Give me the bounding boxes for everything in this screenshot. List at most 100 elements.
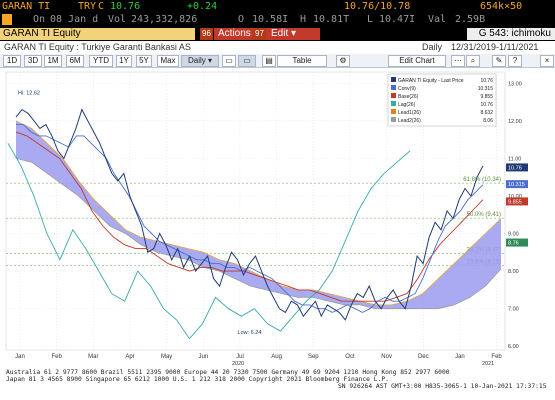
command-bar: GARAN TI Equity 96 Actions ▾ 97 Edit ▾ G… bbox=[0, 27, 555, 41]
zoom-icon[interactable]: ⌕ bbox=[466, 55, 480, 67]
close-icon[interactable]: × bbox=[540, 55, 554, 67]
last-prefix: C bbox=[98, 1, 105, 12]
low-label: L bbox=[367, 14, 374, 25]
line-style-icon[interactable]: ▭ bbox=[222, 55, 236, 67]
x-tick-label: Feb bbox=[51, 354, 62, 360]
date-range[interactable]: 12/31/2019-1/11/2021 bbox=[451, 41, 538, 54]
legend-label: Conv(9) bbox=[398, 86, 416, 92]
legend-value: 10.315 bbox=[478, 86, 494, 92]
currency: TRY bbox=[78, 1, 97, 12]
last-price: 10.76 bbox=[110, 1, 141, 12]
chart-title: GARAN TI Equity : Turkiye Garanti Bankas… bbox=[4, 42, 191, 52]
footer-line-2: Japan 81 3 4565 8900 Singapore 65 6212 1… bbox=[6, 376, 389, 383]
low-value: 10.47I bbox=[379, 14, 416, 25]
open-label: O bbox=[238, 14, 245, 25]
on-label: On bbox=[33, 14, 46, 25]
price-tag-label: 8.76 bbox=[508, 241, 519, 247]
frequency-select[interactable]: Daily ▾ bbox=[181, 55, 219, 67]
grid-icon[interactable]: ▤ bbox=[262, 55, 276, 67]
price-tag-label: 10.76 bbox=[508, 165, 522, 171]
chart-period: Daily bbox=[422, 42, 443, 52]
legend-label: Base(26) bbox=[398, 94, 419, 100]
range-button-1m[interactable]: 1M bbox=[44, 55, 62, 67]
legend-value: 8.632 bbox=[480, 110, 493, 116]
bid-ask: 10.76/10.78 bbox=[344, 1, 411, 12]
range-button-1d[interactable]: 1D bbox=[3, 55, 21, 67]
chart-header: GARAN TI Equity : Turkiye Garanti Bankas… bbox=[0, 41, 555, 55]
y-tick-label: 12.00 bbox=[508, 119, 522, 125]
range-label: 3D bbox=[27, 56, 39, 65]
range-button-6m[interactable]: 6M bbox=[66, 55, 84, 67]
high-label: H bbox=[300, 14, 307, 25]
range-button-ytd[interactable]: YTD bbox=[89, 55, 113, 67]
price-tag-label: 9.855 bbox=[508, 199, 522, 205]
range-label: 6M bbox=[69, 56, 81, 65]
alert-icon[interactable] bbox=[2, 14, 12, 25]
footer-line-1: Australia 61 2 9777 8600 Brazil 5511 239… bbox=[6, 369, 450, 376]
legend-swatch bbox=[391, 93, 396, 98]
x-tick-label: Apr bbox=[125, 354, 134, 360]
y-tick-label: 11.00 bbox=[508, 156, 521, 162]
x-tick-label: Jan bbox=[455, 354, 465, 360]
range-label: Max bbox=[160, 56, 176, 65]
legend-swatch bbox=[391, 85, 396, 90]
range-button-3d[interactable]: 3D bbox=[24, 55, 42, 67]
ichimoku-chart[interactable]: Jan Feb Mar Apr May Jun Jul Aug Sep Oct Nov Dec Jan F… bbox=[0, 68, 555, 368]
range-label: 5Y bbox=[139, 56, 149, 65]
val-label: Val bbox=[428, 14, 447, 25]
settings-icon[interactable]: ⚙ bbox=[336, 55, 350, 67]
compare-icon[interactable]: ▭ bbox=[238, 55, 256, 67]
chart-toolbar: 1D 3D 1M 6M YTD 1Y 5Y Max Daily ▾ ▭ ▭ ▤ Table ⚙… bbox=[0, 54, 555, 68]
x-tick-label: Oct bbox=[345, 354, 355, 360]
legend-swatch bbox=[391, 101, 396, 106]
vol-label: Vol bbox=[108, 14, 127, 25]
x-tick-label: May bbox=[161, 354, 172, 360]
range-button-max[interactable]: Max bbox=[157, 55, 179, 67]
volume: 243,332,826 bbox=[131, 14, 198, 25]
legend-label: Lag(26) bbox=[398, 102, 416, 108]
more-icon[interactable]: ⋯ bbox=[451, 55, 465, 67]
high-value: 10.81T bbox=[313, 14, 350, 25]
y-tick-label: 8.00 bbox=[508, 269, 519, 275]
legend-value: 9.855 bbox=[480, 94, 493, 100]
edit-chart-label: Edit Chart bbox=[399, 56, 435, 65]
val-value: 2.59B bbox=[455, 14, 486, 25]
range-label: 1D bbox=[6, 56, 18, 65]
table-button[interactable]: Table bbox=[277, 55, 327, 67]
fibonacci-label: 61.8% (10.34) bbox=[463, 177, 501, 183]
legend-label: Lead1(26) bbox=[398, 110, 421, 116]
edit-menu-button[interactable]: Edit ▾ bbox=[267, 28, 320, 40]
x-tick-label: Feb bbox=[491, 354, 502, 360]
x-tick-label: Dec bbox=[418, 354, 429, 360]
year-label: 2021 bbox=[482, 361, 494, 367]
footer: Australia 61 2 9777 8600 Brazil 5511 239… bbox=[0, 368, 555, 400]
actions-menu-number: 96 bbox=[200, 28, 213, 40]
help-icon[interactable]: ? bbox=[508, 55, 522, 67]
legend-label: GARAN TI Equity - Last Price bbox=[398, 78, 464, 84]
x-tick-label: Jul bbox=[236, 354, 244, 360]
annotate-icon[interactable]: ✎ bbox=[492, 55, 506, 67]
quote-line-2: On 08 Jan d Vol 243,332,826 O 10.58I H 1… bbox=[0, 13, 555, 27]
y-tick-label: 13.00 bbox=[508, 81, 522, 87]
range-label: 1Y bbox=[119, 56, 129, 65]
price-annotation: Hi: 12.62 bbox=[18, 91, 40, 97]
table-label: Table bbox=[292, 56, 312, 65]
chart-svg[interactable]: Jan Feb Mar Apr May Jun Jul Aug Sep Oct Nov Dec Jan F… bbox=[0, 68, 555, 368]
trade-size: 654k×50 bbox=[480, 1, 523, 12]
ticker[interactable]: GARAN TI bbox=[2, 0, 50, 13]
range-button-1y[interactable]: 1Y bbox=[116, 55, 132, 67]
legend-label: Lead2(26) bbox=[398, 118, 421, 124]
edit-menu-number: 97 bbox=[253, 28, 266, 40]
quote-line-1: GARAN TI TRY C 10.76 +0.24 10.76/10.78 6… bbox=[0, 0, 555, 13]
security-field[interactable]: GARAN TI Equity bbox=[0, 28, 195, 40]
y-tick-label: 6.00 bbox=[508, 344, 519, 350]
y-tick-label: 7.00 bbox=[508, 307, 519, 313]
price-annotation: Low: 6.24 bbox=[238, 330, 262, 336]
open-value: 10.58I bbox=[252, 14, 289, 25]
footer-line-3: SN 926264 AST GMT+3:00 H835-3065-1 10-Ja… bbox=[338, 383, 547, 390]
edit-chart-button[interactable]: Edit Chart bbox=[388, 55, 446, 67]
range-button-5y[interactable]: 5Y bbox=[136, 55, 152, 67]
legend-swatch bbox=[391, 109, 396, 114]
net-change: +0.24 bbox=[187, 1, 218, 12]
fibonacci-label: 50.0% (9.41) bbox=[467, 212, 501, 218]
